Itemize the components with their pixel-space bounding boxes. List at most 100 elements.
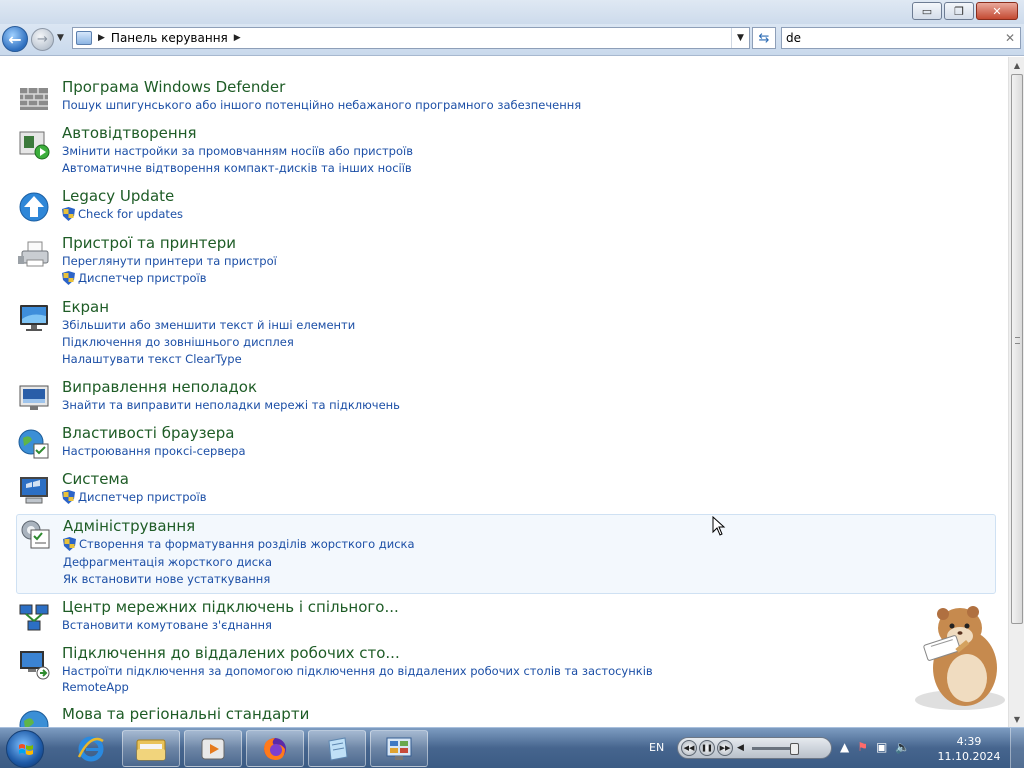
maximize-button[interactable]: ❐ [944,2,974,20]
media-player-icon [201,738,225,759]
internet-options-icon [18,429,49,459]
taskbar-internet-explorer[interactable] [70,730,112,767]
result-link[interactable]: Автоматичне відтворення компакт-дисків т… [62,161,412,175]
minimize-button[interactable]: ▭ [912,2,942,20]
autoplay-icon [19,131,50,160]
forward-arrow-icon: → [37,32,48,47]
back-button[interactable]: ← [2,26,28,52]
window-title-bar: ▭ ❐ ✕ [0,0,1024,24]
next-track-icon[interactable]: ▶▶ [717,740,733,756]
system-tray: ▲ ⚑ ▣ 🔈 [840,740,910,754]
mouse-cursor-icon [712,516,726,536]
result-link[interactable]: Знайти та виправити неполадки мережі та … [62,398,400,412]
taskbar-firefox[interactable] [246,730,304,767]
clock-time: 4:39 [956,735,982,748]
taskbar-explorer[interactable] [122,730,180,767]
notepad-icon [328,736,348,761]
result-link[interactable]: Настроїти підключення за допомогою підкл… [62,664,653,678]
uac-shield-icon [62,271,75,285]
control-panel-icon [386,737,412,760]
result-title[interactable]: Мова та регіональні стандарти [62,705,309,723]
start-button[interactable] [6,730,44,768]
clear-search-icon[interactable]: ✕ [1005,28,1015,48]
result-link[interactable]: Диспетчер пристроїв [78,271,207,285]
result-system: Система Диспетчер пристроїв [16,470,996,506]
result-title[interactable]: Центр мережних підключень і спільного... [62,598,399,616]
result-link[interactable]: Підключення до зовнішнього дисплея [62,335,294,349]
result-title[interactable]: Адміністрування [63,517,195,535]
result-link[interactable]: Збільшити або зменшити текст й інші елем… [62,318,355,332]
network-center-icon [19,604,49,631]
action-center-flag-icon[interactable]: ⚑ [857,740,868,754]
result-legacy-update: Legacy Update Check for updates [16,187,996,223]
back-arrow-icon: ← [8,29,22,49]
search-input[interactable] [786,29,986,47]
scroll-grip-icon [1015,337,1020,344]
monitor-icon [20,305,48,331]
result-title[interactable]: Автовідтворення [62,124,197,142]
result-link[interactable]: RemoteApp [62,680,129,694]
search-results-pane: Програма Windows Defender Пошук шпигунсь… [0,57,1008,727]
brick-wall-icon [20,88,48,110]
address-bar[interactable]: ▶ Панель керування ▶ ▼ [72,27,750,49]
taskbar-notepad[interactable] [308,730,366,767]
result-link[interactable]: Встановити комутоване з'єднання [62,618,272,632]
result-link[interactable]: Створення та форматування розділів жорст… [79,537,415,551]
result-title[interactable]: Підключення до віддалених робочих сто... [62,644,400,662]
result-autoplay: Автовідтворення Змінити настройки за про… [16,124,996,176]
result-administrative-tools[interactable]: Адміністрування Створення та форматуванн… [16,514,996,594]
result-windows-defender: Програма Windows Defender Пошук шпигунсь… [16,78,996,114]
result-title[interactable]: Виправлення неполадок [62,378,257,396]
system-icon [20,477,48,504]
volume-slider[interactable] [751,742,799,755]
taskbar: EN ◀◀ ❚❚ ▶▶ ◀ ▲ ⚑ ▣ 🔈 4:39 11.10.2024 [0,727,1024,768]
region-globe-icon [19,710,49,727]
taskbar-media-player[interactable] [184,730,242,767]
address-dropdown-button[interactable]: ▼ [731,28,749,48]
result-link[interactable]: Як встановити нове устаткування [63,572,270,586]
admin-tools-icon [21,520,50,549]
scroll-up-arrow-icon[interactable]: ▲ [1009,57,1024,73]
result-link[interactable]: Check for updates [78,207,183,221]
result-link[interactable]: Налаштувати текст ClearType [62,352,242,366]
internet-explorer-icon [77,736,104,761]
scroll-down-arrow-icon[interactable]: ▼ [1009,711,1024,727]
result-link[interactable]: Настроювання проксі-сервера [62,444,246,458]
result-title[interactable]: Пристрої та принтери [62,234,236,252]
recent-pages-button[interactable]: ▼ [57,33,64,43]
result-title[interactable]: Властивості браузера [62,424,235,442]
result-link[interactable]: Дефрагментація жорсткого диска [63,555,272,569]
vertical-scrollbar[interactable]: ▲ ▼ [1008,57,1024,727]
close-button[interactable]: ✕ [976,2,1018,20]
explorer-folder-icon [136,739,166,760]
speaker-icon[interactable]: 🔈 [895,740,910,754]
taskbar-control-panel[interactable] [370,730,428,767]
breadcrumb-chevron-icon[interactable]: ▶ [98,33,105,43]
uac-shield-icon [62,207,75,221]
breadcrumb-control-panel[interactable]: Панель керування [111,31,228,45]
search-box[interactable]: ✕ [781,27,1021,49]
previous-track-icon[interactable]: ◀◀ [681,740,697,756]
result-title[interactable]: Система [62,470,129,488]
result-link[interactable]: Пошук шпигунського або іншого потенційно… [62,98,581,112]
breadcrumb-chevron-icon[interactable]: ▶ [234,33,241,43]
result-link[interactable]: Диспетчер пристроїв [78,490,207,504]
result-link[interactable]: Змінити настройки за промовчанням носіїв… [62,144,413,158]
pause-icon[interactable]: ❚❚ [699,740,715,756]
result-title[interactable]: Екран [62,298,109,316]
refresh-button[interactable]: ⇆ [752,27,776,49]
show-desktop-button[interactable] [1010,728,1024,768]
result-title[interactable]: Програма Windows Defender [62,78,285,96]
uac-shield-icon [63,537,76,551]
network-icon[interactable]: ▣ [876,740,887,754]
clock[interactable]: 4:39 11.10.2024 [936,734,1002,764]
language-indicator[interactable]: EN [649,741,664,754]
result-troubleshooting: Виправлення неполадок Знайти та виправит… [16,378,996,414]
refresh-icon: ⇆ [758,30,770,46]
show-hidden-icons-button[interactable]: ▲ [840,740,849,754]
forward-button[interactable]: → [31,28,54,51]
result-region-language: Мова та регіональні стандарти [16,705,996,727]
scroll-thumb[interactable] [1011,74,1023,624]
result-title[interactable]: Legacy Update [62,187,174,205]
result-link[interactable]: Переглянути принтери та пристрої [62,254,277,268]
